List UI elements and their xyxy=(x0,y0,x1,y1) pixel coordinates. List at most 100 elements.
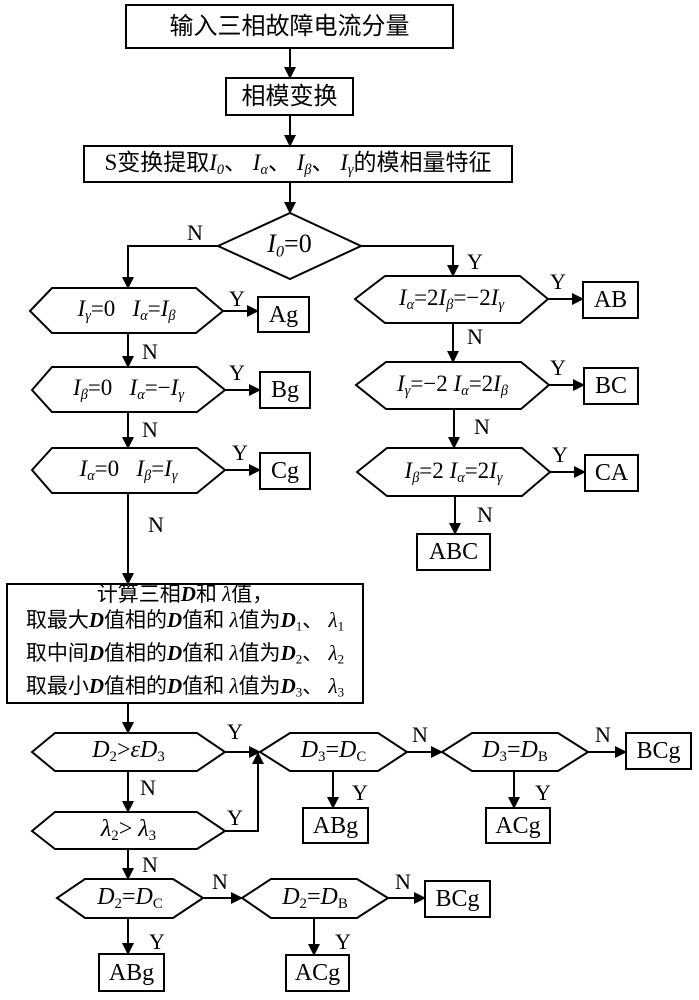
text-run: 值相的 xyxy=(104,641,168,666)
subscript-text: α xyxy=(137,387,145,404)
result-bg: Bg xyxy=(260,372,310,408)
cond-ab-label: Iα=2Iβ=−2Iγ xyxy=(399,286,504,312)
cond-ab-decision: Iα=2Iβ=−2Iγ xyxy=(355,276,548,323)
result-abg-2-label: ABg xyxy=(108,959,155,986)
text-run: 、 xyxy=(311,149,341,175)
text-run: =2 xyxy=(468,371,494,397)
text-run: λ xyxy=(229,641,239,666)
text-run: D xyxy=(140,737,158,764)
subscript-text: α xyxy=(457,469,465,486)
subscript-text: 0 xyxy=(216,161,225,178)
edge-label-cg-no: N xyxy=(148,512,164,537)
lambda2-gt-lambda3-decision: λ2> λ3 xyxy=(32,812,225,849)
text-run: = xyxy=(306,883,321,910)
connector-i0-yes xyxy=(361,245,459,277)
lambda2-gt-lambda3-label: λ2> λ3 xyxy=(101,817,156,844)
text-run: λ xyxy=(328,608,338,633)
text-run: D xyxy=(520,737,538,764)
cond-bg-decision: Iβ=0 Iα=−Iγ xyxy=(32,367,225,412)
subscript-text: B xyxy=(337,896,348,913)
edge-label-d2-db-yes: Y xyxy=(335,929,351,954)
text-run: D xyxy=(167,674,183,699)
text-run: > xyxy=(116,737,131,764)
text-run: 、 xyxy=(224,149,253,175)
d2-eq-dc-label: D2=DC xyxy=(97,885,163,912)
text-run: I xyxy=(164,456,172,482)
result-bc-label: BC xyxy=(594,373,627,399)
text-run: =− xyxy=(144,375,171,401)
result-ag: Ag xyxy=(258,297,309,332)
text-run: 、 xyxy=(267,149,297,175)
text-run: I xyxy=(267,229,276,259)
text-run: I xyxy=(397,371,405,397)
edge-label-ab-yes: Y xyxy=(550,269,566,294)
s-transform-label: S变换提取I0、 Iα、 Iβ、 Iγ的模相量特征 xyxy=(104,151,491,177)
subscript-text: 2 xyxy=(111,828,119,845)
d3-eq-db-label: D3=DB xyxy=(482,738,548,765)
edge-label-d2-gt-no: N xyxy=(140,775,156,800)
subscript-text: γ xyxy=(498,297,505,314)
text-line: 计算三相D和 λ值， xyxy=(97,581,274,608)
d2-eq-db-label: D2=DB xyxy=(282,885,348,912)
edge-label-d3-db-yes: Y xyxy=(535,780,551,805)
text-run: =−2 xyxy=(410,371,454,397)
text-run: =0 xyxy=(94,456,137,482)
text-run: 值为 xyxy=(238,674,281,699)
d3-eq-dc-decision: D3=DC xyxy=(260,733,407,771)
subscript-text: 0 xyxy=(275,243,285,261)
edge-label-d2-dc-yes: Y xyxy=(149,929,165,954)
edge-label-lambda-no: N xyxy=(142,852,158,877)
cond-bg-label: Iβ=0 Iα=−Iγ xyxy=(73,376,184,402)
subscript-text: 3 xyxy=(148,828,157,845)
edge-label-d3-dc-no: N xyxy=(412,722,428,747)
cond-ag-label: Iγ=0 Iα=Iβ xyxy=(78,297,176,323)
d2-eq-db-decision: D2=DB xyxy=(242,879,388,918)
edge-label-d2-db-no: N xyxy=(395,869,411,894)
d2-gt-eps-d3-label: D2>εD3 xyxy=(92,738,165,765)
text-run: 值为 xyxy=(238,608,281,633)
result-abg-2: ABg xyxy=(99,954,164,991)
text-run: I xyxy=(209,149,217,175)
text-run: =0 xyxy=(90,296,133,322)
text-run: I xyxy=(136,456,145,482)
text-run: I xyxy=(493,371,501,397)
result-bcg-1-label: BCg xyxy=(636,738,681,764)
cond-cg-decision: Iα=0 Iβ=Iγ xyxy=(32,448,225,493)
text-run: =2 xyxy=(419,457,450,483)
text-run: =2 xyxy=(414,285,439,311)
edge-label-d3-dc-yes: Y xyxy=(352,780,368,805)
edge-label-ag-no: N xyxy=(142,339,158,364)
text-run: =−2 xyxy=(453,285,491,311)
text-run: 值， xyxy=(231,581,274,606)
i0-zero-decision: I0=0 xyxy=(218,213,361,279)
result-acg-2-label: ACg xyxy=(294,960,341,986)
result-bcg-2-label: BCg xyxy=(435,886,480,912)
subscript-text: 1 xyxy=(337,618,345,634)
text-run: D xyxy=(282,883,300,910)
subscript-text: α xyxy=(140,308,148,325)
text-run: λ xyxy=(100,815,112,842)
text-run: 值和 xyxy=(182,674,230,699)
text-run: D xyxy=(180,581,196,606)
subscript-text: 2 xyxy=(337,651,345,667)
cond-ag-decision: Iγ=0 Iα=Iβ xyxy=(30,288,223,333)
text-run: 、 xyxy=(302,608,329,633)
text-run: λ xyxy=(328,641,338,666)
cond-ca-decision: Iβ=2 Iα=2Iγ xyxy=(357,448,550,496)
subscript-text: β xyxy=(80,387,88,404)
text-run: 和 xyxy=(195,581,223,606)
result-abg-1: ABg xyxy=(303,808,368,843)
subscript-text: α xyxy=(260,161,268,178)
result-bg-label: Bg xyxy=(270,377,299,403)
text-run: = xyxy=(506,737,521,764)
subscript-text: β xyxy=(168,308,176,325)
text-run: D xyxy=(167,641,183,666)
text-run: I xyxy=(489,457,497,483)
text-run: S变换提取 xyxy=(104,149,210,175)
text-run: I xyxy=(73,375,81,401)
text-run: 、 xyxy=(302,674,329,699)
text-run: = xyxy=(121,883,136,910)
text-run: D xyxy=(280,674,296,699)
text-run: 取最小 xyxy=(25,674,89,699)
text-run: D xyxy=(280,641,296,666)
